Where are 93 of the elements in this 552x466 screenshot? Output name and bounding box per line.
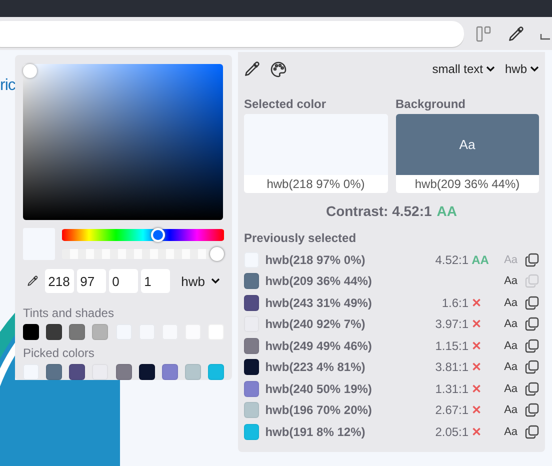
contrast-ratio: 4.52:1: [434, 252, 469, 267]
color-value: hwb(196 70% 20%): [265, 403, 373, 418]
alpha-thumb[interactable]: [210, 247, 224, 261]
preview-button[interactable]: Aa: [504, 296, 525, 309]
format-select[interactable]: hwb: [504, 62, 539, 76]
copy-icon[interactable]: [525, 338, 539, 353]
color-swatch[interactable]: [92, 364, 108, 380]
saturation-area[interactable]: [23, 64, 223, 220]
rating-label: AA: [436, 203, 458, 219]
color-value: hwb(240 50% 19%): [265, 382, 373, 396]
contrast-ratio: 1.6:1: [440, 296, 469, 310]
section-label: Picked colors: [23, 346, 96, 360]
color-swatch[interactable]: [244, 424, 260, 440]
color-value: hwb(223 4% 81%): [265, 360, 366, 374]
fail-mark: ✕: [470, 382, 483, 396]
pass-rating: AA: [470, 252, 490, 267]
palette-icon[interactable]: [270, 60, 287, 78]
color-swatch[interactable]: [184, 364, 201, 380]
color-value: hwb(218 97% 0%): [265, 252, 366, 267]
color-swatch[interactable]: [244, 380, 260, 397]
color-swatch[interactable]: [23, 324, 39, 340]
color-value: hwb(209 36% 44%): [414, 176, 521, 193]
eyedropper-icon[interactable]: [244, 61, 260, 77]
preview-button[interactable]: Aa: [504, 275, 525, 288]
preview-button[interactable]: Aa: [504, 404, 525, 416]
color-swatch[interactable]: [244, 294, 260, 311]
alpha-slider[interactable]: [62, 247, 224, 261]
preview-button[interactable]: Aa: [504, 361, 525, 374]
chevron-icon: [211, 278, 220, 284]
color-swatch[interactable]: [46, 364, 62, 380]
color-swatch[interactable]: [208, 364, 224, 380]
value-input[interactable]: 0: [109, 269, 138, 293]
card-title: Selected color: [244, 97, 328, 111]
saturation-handle[interactable]: [23, 64, 37, 78]
value-input[interactable]: 97: [77, 269, 106, 293]
contrast-ratio: 3.81:1: [434, 360, 469, 374]
color-swatch[interactable]: [46, 324, 62, 340]
contrast-ratio: 3.97:1: [434, 317, 469, 332]
contrast-result: Contrast: 4.52:1: [326, 203, 432, 219]
color-value: hwb(249 49% 46%): [265, 338, 373, 353]
preview-button[interactable]: Aa: [504, 426, 525, 438]
color-value: hwb(240 92% 7%): [265, 317, 366, 332]
copy-icon[interactable]: [525, 360, 539, 374]
copy-icon[interactable]: [525, 424, 539, 439]
fail-mark: ✕: [470, 360, 483, 374]
color-swatch[interactable]: [244, 338, 260, 354]
color-swatch[interactable]: [69, 364, 86, 380]
color-swatch[interactable]: [162, 364, 178, 380]
copy-icon[interactable]: [525, 252, 539, 267]
color-value: hwb(191 8% 12%): [265, 424, 366, 439]
color-swatch[interactable]: [92, 324, 108, 340]
contrast-ratio: 1.31:1: [434, 382, 469, 396]
preview-button[interactable]: Aa: [504, 340, 525, 352]
color-sample: Aa: [396, 114, 539, 175]
hue-thumb[interactable]: [150, 228, 165, 242]
eyedropper-icon[interactable]: [508, 26, 524, 42]
sidebar-toggle-icon[interactable]: [476, 26, 492, 42]
card-title: Background: [396, 97, 467, 111]
eyedropper-icon[interactable]: [27, 273, 38, 289]
color-swatch[interactable]: [244, 359, 260, 376]
color-swatch[interactable]: [138, 364, 155, 380]
format-select[interactable]: hwb: [181, 274, 224, 288]
color-swatch[interactable]: [69, 324, 86, 340]
fail-mark: ✕: [470, 338, 483, 353]
preview-button[interactable]: Aa: [504, 382, 525, 395]
contrast-ratio: 2.05:1: [434, 424, 469, 439]
color-value: hwb(218 97% 0%): [266, 176, 366, 193]
color-value: hwb(243 31% 49%): [265, 296, 373, 310]
chevron-icon: [486, 66, 495, 72]
color-value: hwb(209 36% 44%): [265, 274, 373, 288]
value-input[interactable]: 218: [45, 269, 74, 293]
copy-icon[interactable]: [525, 382, 539, 396]
fail-mark: ✕: [470, 403, 483, 418]
fail-mark: ✕: [470, 296, 483, 310]
chevron-icon: [530, 66, 539, 72]
section-title: Previously selected: [244, 231, 358, 245]
copy-icon[interactable]: [525, 317, 539, 332]
hue-slider[interactable]: [62, 228, 224, 242]
value-input[interactable]: 1: [141, 269, 170, 293]
color-swatch[interactable]: [244, 273, 260, 290]
color-swatch[interactable]: [244, 402, 260, 418]
contrast-ratio: 1.15:1: [434, 338, 469, 353]
color-swatch[interactable]: [116, 364, 132, 380]
section-label: Tints and shades: [23, 306, 115, 320]
copy-icon[interactable]: [525, 296, 539, 310]
fail-mark: ✕: [470, 424, 483, 439]
color-swatch[interactable]: [23, 364, 39, 380]
text-size-select[interactable]: small text: [432, 62, 495, 76]
preview-button[interactable]: Aa: [504, 318, 525, 330]
fail-mark: ✕: [470, 317, 483, 332]
link-text[interactable]: ric: [0, 77, 16, 95]
copy-icon[interactable]: [525, 403, 539, 418]
contrast-ratio: 2.67:1: [434, 403, 469, 418]
